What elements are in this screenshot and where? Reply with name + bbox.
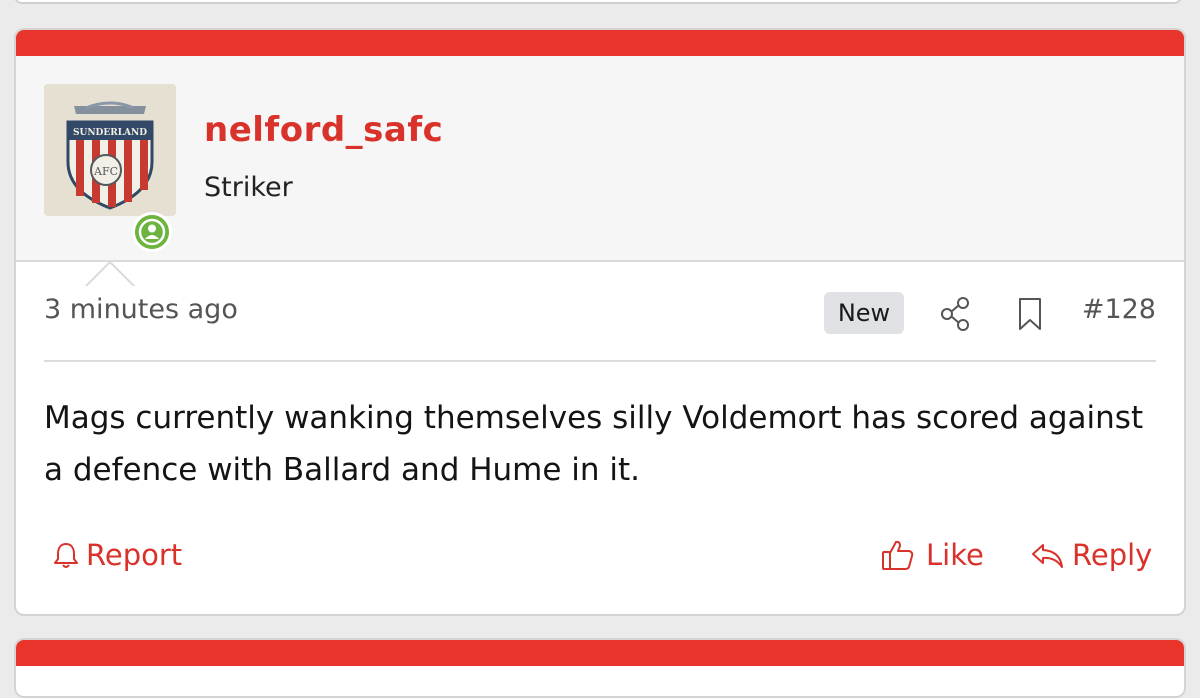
like-button[interactable]: Like (880, 530, 984, 580)
post-header-bar (16, 30, 1184, 56)
new-badge: New (824, 292, 904, 334)
bookmark-icon[interactable] (1010, 294, 1050, 334)
post-message: Mags currently wanking themselves silly … (44, 400, 1144, 488)
report-label: Report (86, 538, 183, 572)
like-label: Like (926, 538, 984, 572)
sunderland-crest-icon: SUNDERLAND AFC (44, 84, 176, 216)
post-number-link[interactable]: #128 (1082, 294, 1156, 325)
reply-button[interactable]: Reply (1030, 530, 1152, 580)
bell-icon (54, 543, 78, 568)
previous-post-card (14, 0, 1182, 4)
user-title: Striker (204, 172, 293, 203)
thumbs-up-icon (882, 540, 914, 570)
username-link[interactable]: nelford_safc (204, 110, 443, 150)
share-icon[interactable] (936, 294, 976, 334)
post-user-area: SUNDERLAND AFC nelford_safc Striker (16, 56, 1184, 288)
avatar[interactable]: SUNDERLAND AFC (44, 84, 176, 216)
svg-text:AFC: AFC (93, 165, 118, 178)
crest-lettering: SUNDERLAND (73, 128, 147, 138)
next-post-header-bar (16, 640, 1184, 666)
post-meta-bar: 3 minutes ago New #128 (44, 276, 1156, 362)
next-post-card (14, 638, 1186, 698)
user-online-icon (132, 212, 172, 252)
reply-icon (1032, 544, 1063, 568)
report-button[interactable]: Report (52, 530, 182, 580)
forum-post: SUNDERLAND AFC nelford_safc Striker 3 mi… (14, 28, 1186, 616)
post-timestamp[interactable]: 3 minutes ago (44, 294, 238, 325)
reply-label: Reply (1072, 538, 1153, 572)
